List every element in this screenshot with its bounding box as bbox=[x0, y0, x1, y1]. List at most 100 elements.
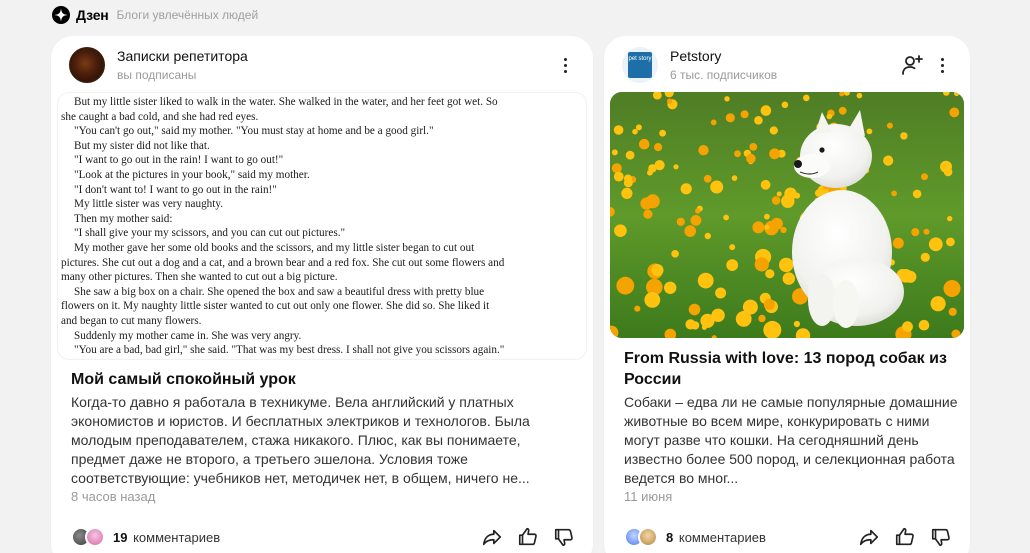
dandelion bbox=[886, 122, 893, 129]
dandelion bbox=[838, 106, 847, 115]
dandelion bbox=[695, 208, 701, 214]
dandelion bbox=[771, 196, 781, 205]
dandelion bbox=[793, 320, 800, 328]
comments-count: 19 bbox=[113, 529, 128, 545]
excerpt-line: My mother gave her some old books and th… bbox=[74, 241, 475, 254]
dandelion bbox=[734, 150, 741, 158]
dandelion bbox=[731, 175, 738, 181]
card-footer: 8 комментариев bbox=[624, 525, 952, 549]
dandelion bbox=[710, 119, 717, 126]
dandelion bbox=[781, 101, 789, 109]
more-options-icon[interactable] bbox=[932, 53, 952, 77]
dandelion bbox=[921, 173, 928, 181]
article-snippet[interactable]: Собаки – едва ли не самые популярные дом… bbox=[624, 393, 959, 488]
channel-avatar[interactable]: pet story bbox=[622, 47, 658, 83]
article-snippet[interactable]: Когда-то давно я работала в техникуме. В… bbox=[71, 393, 571, 488]
dandelion bbox=[920, 252, 930, 262]
dandelion bbox=[746, 153, 756, 164]
dandelion bbox=[638, 138, 650, 150]
article-image[interactable]: But my little sister liked to walk in th… bbox=[57, 92, 587, 360]
excerpt-line: My little sister was very naughty. bbox=[74, 198, 224, 211]
dandelion bbox=[667, 98, 673, 104]
dandelion bbox=[764, 224, 770, 230]
comments-link[interactable]: 8 комментариев bbox=[666, 530, 766, 545]
dandelion bbox=[616, 276, 635, 295]
dandelion bbox=[690, 215, 702, 226]
article-title[interactable]: Мой самый спокойный урок bbox=[71, 369, 571, 390]
dislike-icon[interactable] bbox=[553, 526, 575, 548]
dandelion bbox=[640, 197, 653, 210]
dandelion bbox=[923, 228, 930, 235]
dandelion bbox=[826, 113, 833, 120]
dandelion bbox=[643, 209, 653, 219]
subscribe-icon[interactable] bbox=[900, 53, 924, 77]
comments-count: 8 bbox=[666, 529, 674, 545]
article-card[interactable]: Записки репетитора вы подписаны But my l… bbox=[51, 36, 593, 553]
dandelion bbox=[654, 160, 665, 171]
comments-label: комментариев bbox=[133, 529, 221, 545]
channel-name[interactable]: Petstory bbox=[670, 48, 892, 65]
dandelion bbox=[625, 150, 635, 160]
dandelion bbox=[752, 221, 765, 234]
header: Дзен Блоги увлечённых людей bbox=[52, 4, 258, 26]
publish-date: 11 июня bbox=[624, 489, 673, 504]
dandelion bbox=[740, 110, 749, 119]
share-icon[interactable] bbox=[858, 526, 880, 548]
excerpt-line: Suddenly my mother came in. She was very… bbox=[74, 329, 302, 342]
dandelion bbox=[724, 96, 730, 102]
dandelion bbox=[700, 313, 715, 328]
article-image[interactable] bbox=[610, 92, 964, 338]
brand-name[interactable]: Дзен bbox=[76, 7, 109, 23]
dandelion bbox=[676, 217, 685, 226]
more-options-icon[interactable] bbox=[555, 53, 575, 77]
share-icon[interactable] bbox=[481, 526, 503, 548]
dandelion bbox=[613, 125, 624, 135]
channel-avatar[interactable] bbox=[69, 47, 105, 83]
excerpt-line: she caught a bad cold, and she had red e… bbox=[61, 110, 259, 123]
petstory-logo-text: pet story bbox=[628, 52, 652, 78]
dandelion bbox=[911, 228, 920, 237]
dzen-logo-icon[interactable] bbox=[52, 6, 70, 24]
article-card[interactable]: pet story Petstory 6 тыс. подписчиков Fr… bbox=[604, 36, 970, 553]
comments-label: комментариев bbox=[678, 529, 766, 545]
excerpt-line: "I want to go out in the rain! I want to… bbox=[74, 154, 284, 167]
dandelion bbox=[918, 319, 930, 331]
channel-name[interactable]: Записки репетитора bbox=[117, 48, 547, 65]
excerpt-line: "You can't go out," said my mother. "You… bbox=[74, 125, 434, 138]
dandelion bbox=[632, 128, 638, 135]
dandelion bbox=[949, 107, 960, 118]
dandelion bbox=[664, 281, 677, 294]
excerpt-line: and began to cut many flowers. bbox=[61, 314, 202, 327]
dandelion bbox=[765, 269, 775, 279]
dandelion bbox=[883, 155, 894, 166]
dandelion bbox=[635, 124, 642, 131]
dandelion bbox=[710, 180, 724, 194]
like-icon[interactable] bbox=[894, 526, 916, 548]
dislike-icon[interactable] bbox=[930, 526, 952, 548]
dandelion bbox=[803, 94, 810, 102]
like-icon[interactable] bbox=[517, 526, 539, 548]
comments-link[interactable]: 19 комментариев bbox=[113, 530, 220, 545]
dandelion bbox=[928, 237, 943, 252]
dandelion bbox=[856, 92, 863, 99]
dandelion bbox=[680, 183, 692, 195]
dandelion bbox=[912, 189, 922, 199]
dandelion bbox=[742, 299, 758, 315]
dandelion bbox=[644, 292, 661, 308]
dandelion bbox=[671, 250, 679, 258]
dandelion bbox=[754, 257, 769, 272]
excerpt-line: Then my mother said: bbox=[74, 212, 173, 225]
dandelion bbox=[892, 237, 904, 249]
commenter-avatars bbox=[71, 527, 105, 547]
excerpt-line: many other pictures. Then she wanted to … bbox=[61, 271, 338, 284]
dandelion bbox=[611, 149, 618, 156]
dandelion bbox=[634, 305, 641, 312]
dandelion bbox=[698, 145, 709, 156]
dandelion bbox=[769, 126, 778, 135]
dandelion bbox=[779, 257, 794, 273]
article-title[interactable]: From Russia with love: 13 пород собак из… bbox=[624, 348, 954, 390]
dandelion bbox=[624, 174, 632, 183]
dandelion bbox=[948, 307, 957, 316]
publish-date: 8 часов назад bbox=[71, 489, 156, 504]
dandelion bbox=[763, 299, 775, 310]
